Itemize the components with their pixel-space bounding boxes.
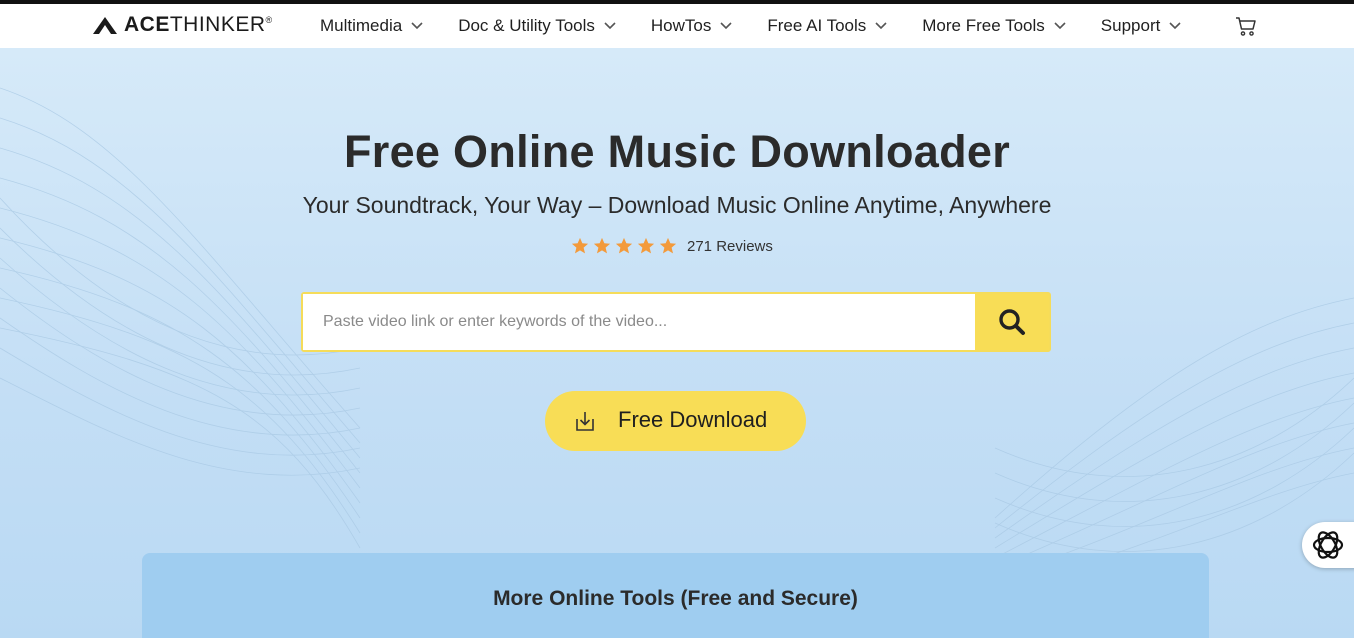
nav-label: More Free Tools xyxy=(922,16,1045,35)
star-icon xyxy=(571,237,589,254)
chevron-down-icon xyxy=(604,22,616,30)
page-title: Free Online Music Downloader xyxy=(343,126,1011,177)
star-icon xyxy=(659,237,677,254)
cart-icon[interactable] xyxy=(1234,14,1258,38)
nav-label: HowTos xyxy=(650,16,712,35)
main-nav: Multimedia Doc & Utility Tools HowTos Fr… xyxy=(320,4,1216,48)
openai-icon xyxy=(1312,531,1344,559)
free-download-label: Free Download xyxy=(618,407,768,432)
nav-item-howtos[interactable]: HowTos xyxy=(651,16,732,36)
chevron-down-icon xyxy=(411,22,423,30)
chevron-down-icon xyxy=(720,22,732,30)
logo-text: ACETHINKER® xyxy=(124,13,273,36)
nav-item-doc-utility-tools[interactable]: Doc & Utility Tools xyxy=(458,16,616,36)
reviews-count[interactable]: 271 Reviews xyxy=(687,238,773,255)
free-download-button[interactable]: Free Download xyxy=(545,391,806,451)
nav-label: Doc & Utility Tools xyxy=(458,16,595,35)
page-subtitle: Your Soundtrack, Your Way – Download Mus… xyxy=(302,192,1052,218)
acethinker-logo[interactable]: ACETHINKER® xyxy=(92,11,273,39)
search-icon xyxy=(999,309,1025,335)
nav-item-more-free-tools[interactable]: More Free Tools xyxy=(922,16,1066,36)
nav-label: Multimedia xyxy=(320,16,403,35)
nav-label: Support xyxy=(1100,16,1161,35)
search-input[interactable] xyxy=(303,294,975,350)
nav-item-free-ai-tools[interactable]: Free AI Tools xyxy=(767,16,887,36)
hero-section: Free Online Music Downloader Your Soundt… xyxy=(0,48,1354,638)
nav-item-support[interactable]: Support xyxy=(1101,16,1182,36)
chevron-down-icon xyxy=(1169,22,1181,30)
download-icon xyxy=(576,412,594,431)
nav-item-multimedia[interactable]: Multimedia xyxy=(320,16,423,36)
nav-label: Free AI Tools xyxy=(767,16,867,35)
more-tools-title: More Online Tools (Free and Secure) xyxy=(493,587,858,610)
logo-mountain-icon xyxy=(93,17,117,34)
chevron-down-icon xyxy=(1054,22,1066,30)
ai-chat-widget[interactable] xyxy=(1302,522,1354,568)
star-icon xyxy=(615,237,633,254)
rating: 271 Reviews xyxy=(571,236,773,256)
chevron-down-icon xyxy=(875,22,887,30)
search-button[interactable] xyxy=(975,294,1049,350)
navbar: ACETHINKER® Multimedia Doc & Utility Too… xyxy=(0,4,1354,48)
star-icon xyxy=(593,237,611,254)
search-bar xyxy=(301,292,1051,352)
more-tools-panel: More Online Tools (Free and Secure) xyxy=(142,553,1209,638)
star-icon xyxy=(637,237,655,254)
